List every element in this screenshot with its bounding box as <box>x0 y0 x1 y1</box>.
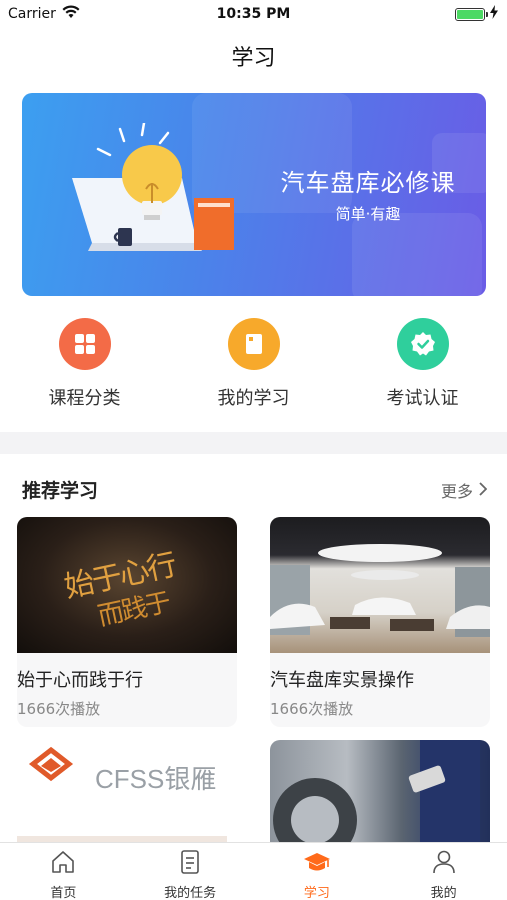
logo-text: CFSS银雁 <box>95 764 216 794</box>
tab-home[interactable]: 首页 <box>0 843 127 900</box>
home-icon <box>50 849 76 879</box>
battery-icon <box>455 7 488 21</box>
tab-me[interactable]: 我的 <box>380 843 507 900</box>
quick-course-category[interactable]: 课程分类 <box>0 318 169 410</box>
grid-icon <box>58 318 111 370</box>
tab-bar: 首页 我的任务 学习 我的 <box>0 842 507 900</box>
charging-icon <box>489 5 499 23</box>
task-list-icon <box>177 849 203 879</box>
quick-actions: 课程分类 我的学习 考试认证 <box>0 318 507 410</box>
course-card[interactable]: 始于心行 而践于 始于心而践于行 1666次播放 <box>17 517 237 727</box>
verified-badge-icon <box>396 318 449 370</box>
section-title: 推荐学习 <box>22 480 99 502</box>
quick-exam-certification[interactable]: 考试认证 <box>338 318 507 410</box>
course-banner[interactable]: 汽车盘库必修课 简单·有趣 <box>22 93 486 296</box>
section-divider <box>0 432 507 454</box>
tab-label: 我的 <box>430 886 457 900</box>
tab-label: 首页 <box>50 886 77 900</box>
tab-learning[interactable]: 学习 <box>254 843 381 900</box>
chevron-right-icon <box>479 481 488 500</box>
quick-label: 我的学习 <box>217 388 290 409</box>
play-count: 1666次播放 <box>17 700 101 718</box>
status-bar: Carrier 10:35 PM <box>0 0 507 28</box>
carrier-label: Carrier <box>8 6 56 22</box>
tab-label: 学习 <box>303 886 330 900</box>
play-count: 1666次播放 <box>270 700 354 718</box>
notebook-icon <box>227 318 280 370</box>
page-title: 学习 <box>231 46 276 71</box>
quick-label: 课程分类 <box>48 388 121 409</box>
lightbulb-laptop-illustration <box>72 123 234 251</box>
showroom-scene <box>270 544 490 637</box>
course-title: 汽车盘库实景操作 <box>270 670 414 691</box>
banner-title: 汽车盘库必修课 <box>280 169 456 197</box>
course-card[interactable]: 汽车盘库实景操作 1666次播放 <box>270 517 490 727</box>
tab-label: 我的任务 <box>164 886 217 900</box>
course-thumbnail: 始于心行 而践于 <box>17 517 237 653</box>
status-time: 10:35 PM <box>216 6 291 22</box>
wifi-icon <box>62 5 80 23</box>
banner-decoration <box>352 213 482 296</box>
quick-label: 考试认证 <box>386 388 459 409</box>
graduation-cap-icon <box>303 849 331 879</box>
course-title: 始于心而践于行 <box>17 670 143 691</box>
more-link[interactable]: 更多 <box>440 478 488 502</box>
more-label: 更多 <box>440 482 473 501</box>
banner-subtitle: 简单·有趣 <box>335 205 401 223</box>
tab-my-tasks[interactable]: 我的任务 <box>127 843 254 900</box>
user-icon <box>431 849 457 879</box>
course-thumbnail <box>270 517 490 653</box>
quick-my-learning[interactable]: 我的学习 <box>169 318 338 410</box>
